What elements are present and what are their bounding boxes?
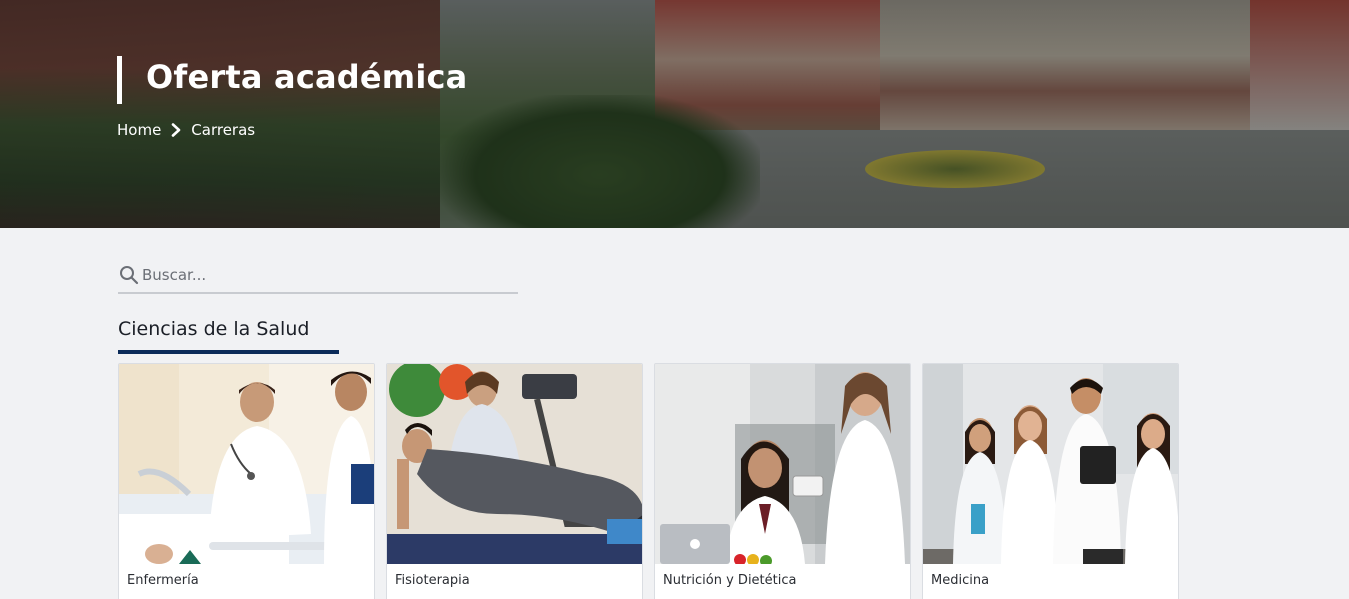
card-corner-badge <box>179 550 201 564</box>
hero-overlay <box>0 0 1349 228</box>
card-title: Nutrición y Dietética <box>663 573 797 588</box>
card-image-medicina <box>923 364 1178 564</box>
search-input[interactable] <box>142 259 502 290</box>
card-title: Enfermería <box>127 573 199 588</box>
card-title: Medicina <box>931 573 990 588</box>
nutrition-photo-illustration <box>655 364 910 564</box>
physiotherapy-photo-illustration <box>387 364 642 564</box>
search-icon <box>120 265 139 284</box>
card-image-nutricion <box>655 364 910 564</box>
hero-banner: Oferta académica Home Carreras <box>0 0 1349 228</box>
program-card-enfermeria[interactable]: Enfermería <box>118 363 375 599</box>
title-accent-bar <box>117 56 122 104</box>
program-card-medicina[interactable]: Medicina <box>922 363 1179 599</box>
breadcrumb: Home Carreras <box>117 121 255 139</box>
section-underline <box>118 350 339 354</box>
chevron-right-icon <box>171 123 181 137</box>
breadcrumb-current: Carreras <box>191 121 256 139</box>
program-card-fisioterapia[interactable]: Fisioterapia <box>386 363 643 599</box>
card-image-enfermeria <box>119 364 374 564</box>
nurses-photo-illustration <box>119 364 374 564</box>
program-card-nutricion[interactable]: Nutrición y Dietética <box>654 363 911 599</box>
card-image-fisioterapia <box>387 364 642 564</box>
breadcrumb-home-link[interactable]: Home <box>117 121 161 139</box>
page-title: Oferta académica <box>146 58 468 96</box>
card-title: Fisioterapia <box>395 573 470 588</box>
section-title: Ciencias de la Salud <box>118 318 310 340</box>
search-bar <box>118 257 518 294</box>
medicine-photo-illustration <box>923 364 1178 564</box>
